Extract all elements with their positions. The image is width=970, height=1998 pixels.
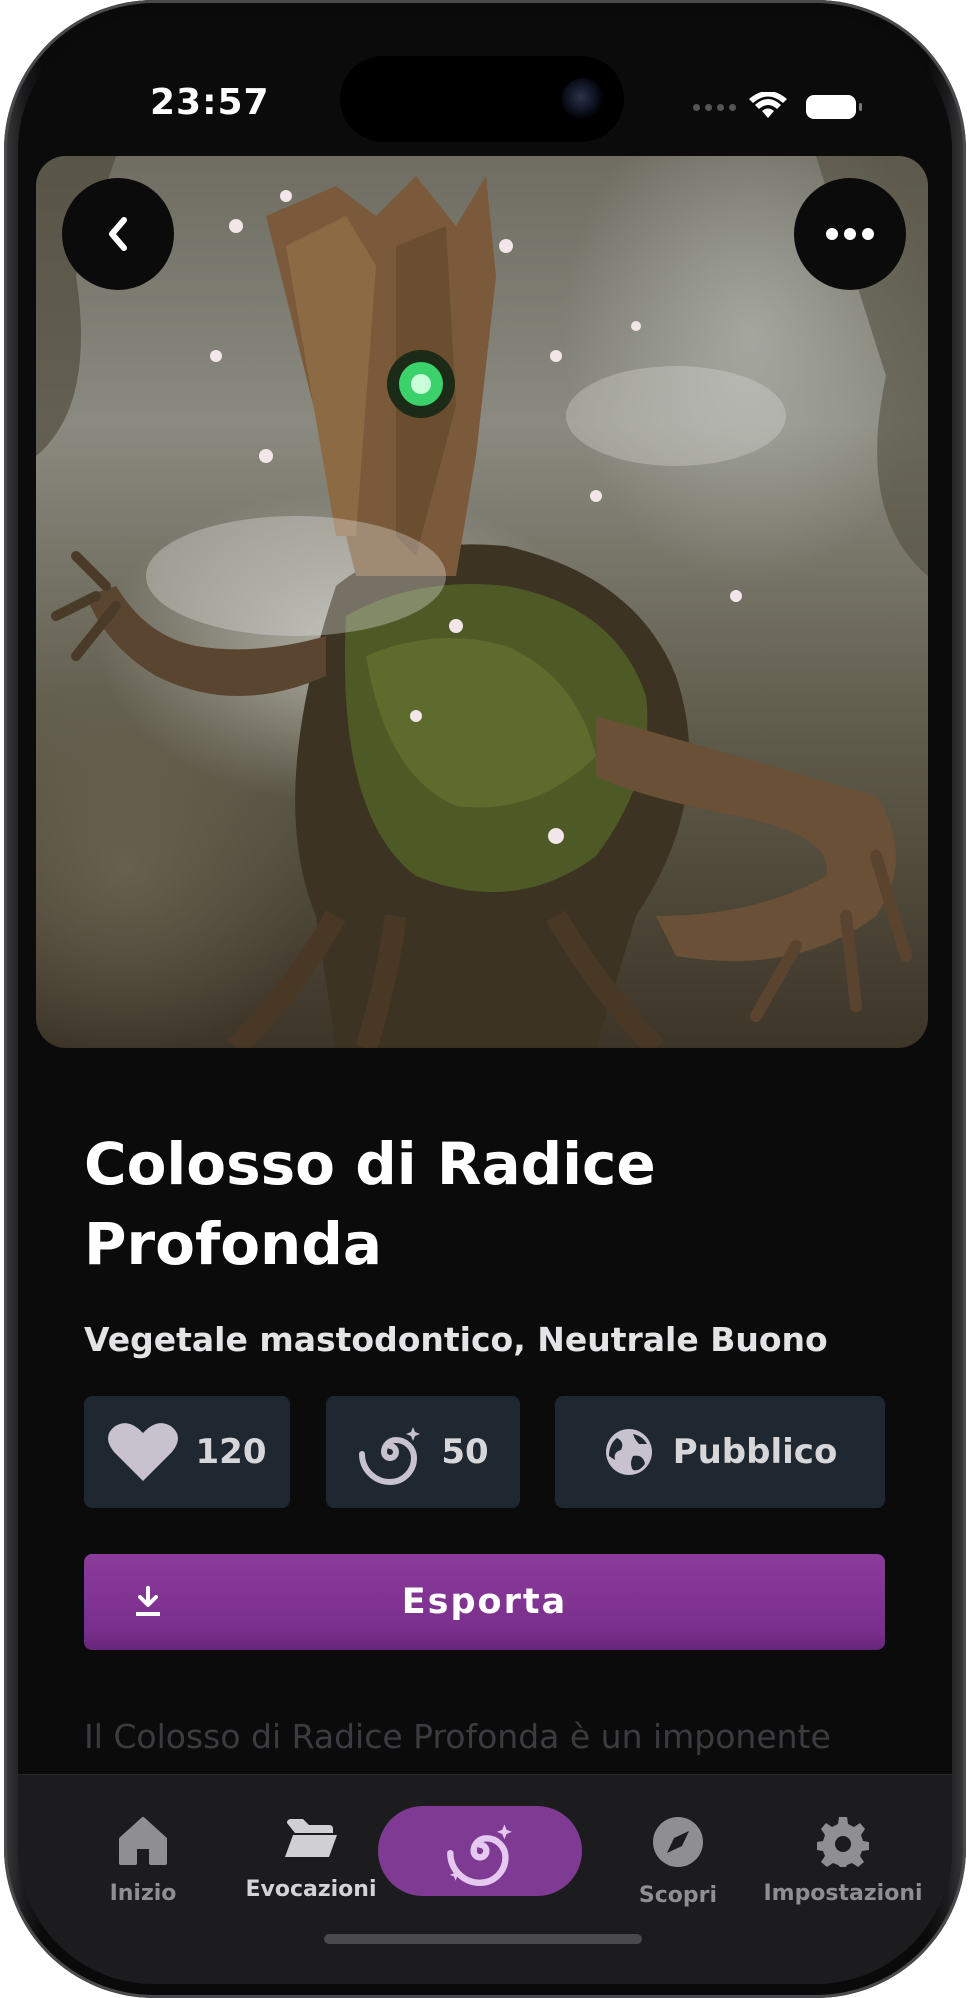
export-button[interactable]: Esporta: [84, 1554, 885, 1650]
summon-fab-button[interactable]: [378, 1806, 582, 1896]
energy-count: 50: [441, 1432, 489, 1472]
tab-label: Inizio: [109, 1881, 177, 1906]
home-indicator: [324, 1934, 642, 1944]
more-horizontal-icon: [826, 228, 874, 240]
chevron-left-icon: [109, 217, 127, 251]
tab-label: Evocazioni: [245, 1877, 377, 1902]
likes-count: 120: [195, 1432, 267, 1472]
creature-title: Colosso di Radice Profonda: [84, 1130, 656, 1278]
gear-icon: [817, 1817, 869, 1867]
folder-icon: [285, 1819, 337, 1857]
compass-icon: [653, 1817, 703, 1867]
signal-icon: [693, 103, 736, 111]
camera-icon: [562, 78, 604, 120]
creature-image: [36, 156, 928, 1048]
galaxy-spiral-icon: [359, 1427, 421, 1485]
tab-label: Scopri: [638, 1883, 718, 1908]
globe-icon: [605, 1429, 652, 1475]
app-screen: 23:57 Colosso di Radice Profonda Vegetal…: [18, 14, 952, 1984]
wifi-icon: [749, 92, 787, 118]
more-options-button[interactable]: [794, 178, 906, 290]
visibility-label: Pubblico: [672, 1432, 838, 1472]
image-fade: [18, 1044, 952, 1104]
tab-inizio[interactable]: Inizio: [88, 1815, 198, 1906]
heart-icon: [107, 1423, 178, 1481]
galaxy-spiral-icon: [447, 1824, 512, 1886]
export-label: Esporta: [401, 1582, 568, 1622]
tab-label: Impostazioni: [763, 1881, 923, 1906]
download-icon: [136, 1586, 160, 1616]
tab-evocazioni[interactable]: Evocazioni: [226, 1815, 396, 1902]
status-icons: [693, 92, 862, 122]
status-time: 23:57: [150, 82, 270, 123]
back-button[interactable]: [62, 178, 174, 290]
creature-subtitle: Vegetale mastodontico, Neutrale Buono: [84, 1320, 828, 1359]
tab-scopri[interactable]: Scopri: [628, 1815, 728, 1908]
visibility-chip[interactable]: Pubblico: [555, 1396, 885, 1508]
home-icon: [119, 1817, 167, 1865]
likes-chip[interactable]: 120: [84, 1396, 290, 1508]
energy-chip: 50: [326, 1396, 520, 1508]
dynamic-island: [340, 56, 624, 142]
battery-icon: [806, 95, 862, 119]
tab-impostazioni[interactable]: Impostazioni: [758, 1815, 928, 1906]
